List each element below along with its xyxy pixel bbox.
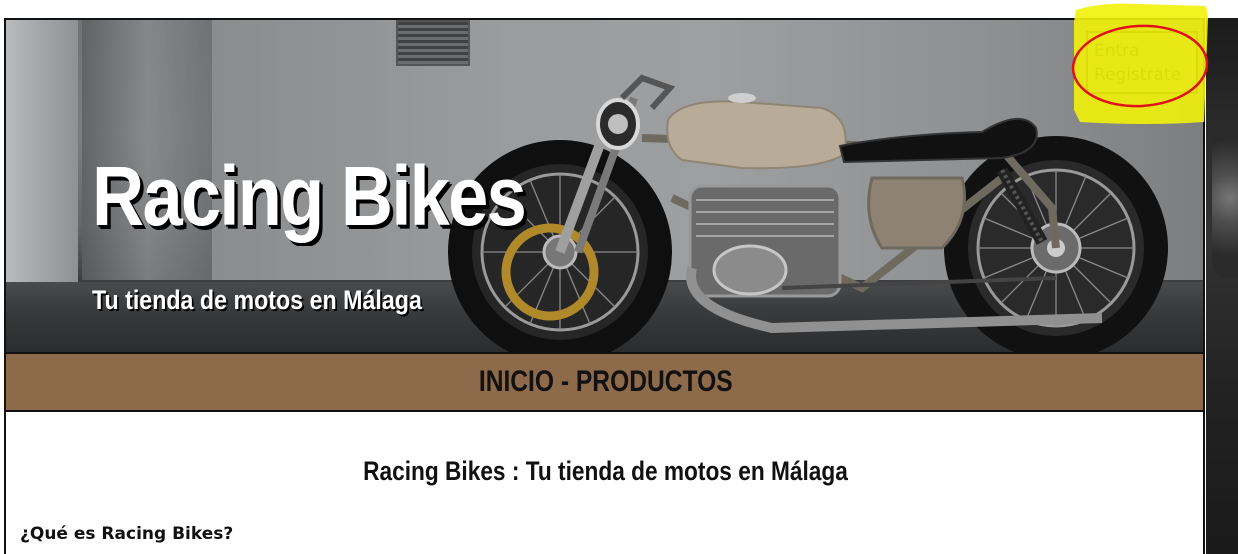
hero-banner: Racing Bikes Tu tienda de motos en Málag… xyxy=(6,20,1203,352)
nav-links: INICIO - PRODUCTOS xyxy=(479,365,733,399)
nav-separator: - xyxy=(553,365,576,398)
nav-item-inicio[interactable]: INICIO xyxy=(479,365,554,398)
main-content: Racing Bikes : Tu tienda de motos en Mál… xyxy=(6,412,1203,554)
nav-item-productos[interactable]: PRODUCTOS xyxy=(576,365,733,398)
background-strip xyxy=(1206,18,1238,554)
content-heading: Racing Bikes : Tu tienda de motos en Mál… xyxy=(363,456,848,486)
site-subtitle: Tu tienda de motos en Málaga xyxy=(92,285,422,315)
register-link[interactable]: Registrate xyxy=(1094,63,1196,87)
content-question: ¿Qué es Racing Bikes? xyxy=(20,524,234,544)
site-container: Racing Bikes Tu tienda de motos en Málag… xyxy=(4,18,1205,554)
auth-box: Entra Registrate xyxy=(1086,31,1198,94)
hero-pillar xyxy=(6,20,78,320)
motorcycle-illustration xyxy=(448,74,1168,352)
main-nav: INICIO - PRODUCTOS xyxy=(6,352,1203,412)
login-link[interactable]: Entra xyxy=(1094,39,1196,63)
page: Racing Bikes Tu tienda de motos en Málag… xyxy=(0,0,1238,554)
site-title: Racing Bikes xyxy=(92,149,527,243)
